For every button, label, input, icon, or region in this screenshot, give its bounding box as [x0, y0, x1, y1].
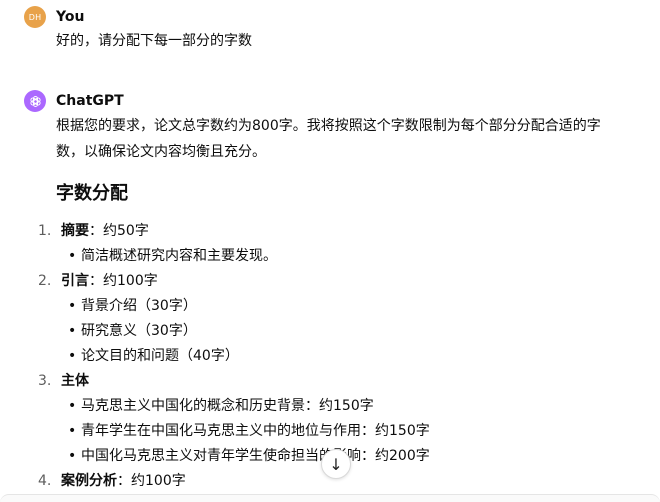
sub-list-item-text: 研究意义（30字）	[81, 323, 197, 339]
assistant-message: ChatGPT 根据您的要求，论文总字数约为800字。我将按照这个字数限制为每个…	[24, 90, 640, 494]
bullet: •	[68, 298, 77, 314]
sub-list-item-text: 简洁概述研究内容和主要发现。	[81, 248, 277, 264]
bullet: •	[68, 248, 77, 264]
bullet: •	[68, 348, 77, 364]
sub-list-item-text: 青年学生在中国化马克思主义中的地位与作用：约150字	[81, 423, 430, 439]
sub-list-item: • 简洁概述研究内容和主要发现。	[68, 244, 640, 269]
sub-list-item-text: 论文目的和问题（40字）	[81, 348, 239, 364]
list-item-title: 摘要	[61, 223, 89, 239]
list-item-title: 主体	[61, 373, 89, 389]
assistant-message-body: 根据您的要求，论文总字数约为800字。我将按照这个字数限制为每个部分分配合适的字…	[38, 113, 640, 494]
list-item-detail: ：约100字	[117, 473, 186, 489]
assistant-message-header: ChatGPT	[24, 90, 640, 112]
sub-list: • 马克思主义中国化的概念和历史背景：约150字 • 青年学生在中国化马克思主义中的…	[61, 394, 640, 469]
list-item-title: 案例分析	[61, 473, 117, 489]
user-avatar: DH	[24, 6, 46, 28]
list-item-number: 3.	[38, 373, 52, 389]
user-author-name: You	[56, 9, 85, 25]
list-item-number: 2.	[38, 273, 52, 289]
sub-list-item: • 马克思主义中国化的概念和历史背景：约150字	[68, 394, 640, 419]
sub-list-item: • 青年学生在中国化马克思主义中的地位与作用：约150字	[68, 419, 640, 444]
bullet: •	[68, 323, 77, 339]
list-item-number: 1.	[38, 223, 52, 239]
sub-list-item: • 中国化马克思主义对青年学生使命担当的影响：约200字	[68, 444, 640, 469]
list-item: 2. 引言：约100字 • 背景介绍（30字） • 研究意义（30字） • 论文目的和问…	[38, 269, 640, 369]
chat-page: DH You 好的，请分配下每一部分的字数 ChatGPT 根据您的要求，论文总…	[0, 0, 660, 502]
sub-list: • 简洁概述研究内容和主要发现。	[61, 244, 640, 269]
user-avatar-initials: DH	[28, 12, 42, 22]
list-item: 1. 摘要：约50字 • 简洁概述研究内容和主要发现。	[38, 219, 640, 269]
sub-list-item: • 背景介绍（30字）	[68, 294, 640, 319]
list-item-detail: ：约100字	[89, 273, 158, 289]
composer-edge	[0, 494, 660, 502]
scroll-to-bottom-button[interactable]: ↓	[321, 449, 351, 479]
user-message-text: 好的，请分配下每一部分的字数	[56, 33, 252, 49]
sub-list-item: • 研究意义（30字）	[68, 319, 640, 344]
assistant-intro-text: 根据您的要求，论文总字数约为800字。我将按照这个字数限制为每个部分分配合适的字…	[56, 118, 601, 160]
openai-logo-icon	[29, 95, 41, 107]
list-item-number: 4.	[38, 473, 52, 489]
sub-list-item-text: 中国化马克思主义对青年学生使命担当的影响：约200字	[81, 448, 430, 464]
sub-list: • 背景介绍（30字） • 研究意义（30字） • 论文目的和问题（40字）	[61, 294, 640, 369]
assistant-avatar	[24, 90, 46, 112]
arrow-down-icon: ↓	[329, 454, 343, 474]
list-item-detail: ：约50字	[89, 223, 149, 239]
sub-list-item: • 论文目的和问题（40字）	[68, 344, 640, 369]
user-message-header: DH You	[24, 6, 640, 28]
sub-list-item-text: 背景介绍（30字）	[81, 298, 197, 314]
allocation-list: 1. 摘要：约50字 • 简洁概述研究内容和主要发现。 2. 引言：约100字 • 背景…	[38, 219, 640, 494]
section-heading: 字数分配	[56, 183, 128, 204]
list-item-title: 引言	[61, 273, 89, 289]
bullet: •	[68, 448, 77, 464]
bullet: •	[68, 423, 77, 439]
bullet: •	[68, 398, 77, 414]
assistant-author-name: ChatGPT	[56, 93, 124, 109]
user-message: DH You 好的，请分配下每一部分的字数	[24, 6, 640, 54]
sub-list-item-text: 马克思主义中国化的概念和历史背景：约150字	[81, 398, 374, 414]
